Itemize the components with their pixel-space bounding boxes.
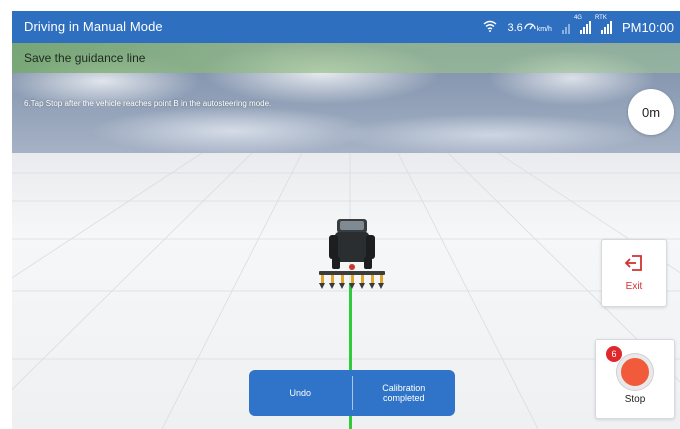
stop-button[interactable]: 6 Stop <box>595 339 675 419</box>
rtk-signal-icon: RTK <box>595 15 612 34</box>
action-bar: Undo Calibration completed <box>249 370 455 416</box>
wifi-icon <box>483 20 497 35</box>
clock: PM10:00 <box>621 19 674 35</box>
speed-value: 3.6 <box>507 21 523 34</box>
signal-icon <box>561 20 570 34</box>
undo-button[interactable]: Undo <box>249 370 352 416</box>
exit-label: Exit <box>625 281 643 292</box>
distance-indicator: 0m <box>628 89 674 135</box>
app-screen: Driving in Manual Mode 3.6 km/h 4G RTK P… <box>12 11 680 429</box>
step-badge: 6 <box>606 346 622 362</box>
exit-icon <box>624 254 644 277</box>
stop-label: Stop <box>624 393 646 405</box>
calibration-label-line2: completed <box>382 393 425 403</box>
tractor-icon <box>319 219 385 289</box>
instruction-text: 6.Tap Stop after the vehicle reaches poi… <box>24 99 272 108</box>
network-signal-icon: 4G <box>574 15 591 34</box>
guidance-header: Save the guidance line <box>24 51 146 65</box>
speed-unit: km/h <box>536 25 552 33</box>
exit-button[interactable]: Exit <box>601 239 667 307</box>
calibration-label: Calibration completed <box>382 383 425 403</box>
calibration-label-line1: Calibration <box>382 383 426 393</box>
rtk-label: RTK <box>594 15 607 21</box>
status-indicators: 3.6 km/h 4G RTK PM10:00 <box>483 15 674 37</box>
calibration-completed-button[interactable]: Calibration completed <box>353 370 456 416</box>
screen-title: Driving in Manual Mode <box>24 19 163 34</box>
status-bar: Driving in Manual Mode 3.6 km/h 4G RTK P… <box>12 11 680 43</box>
speed-readout: 3.6 km/h <box>507 21 551 34</box>
speedometer-icon <box>524 21 536 34</box>
guidance-header-bar: Save the guidance line <box>12 43 680 73</box>
network-type-label: 4G <box>573 15 582 21</box>
undo-label: Undo <box>289 388 311 398</box>
stop-icon <box>617 353 653 390</box>
